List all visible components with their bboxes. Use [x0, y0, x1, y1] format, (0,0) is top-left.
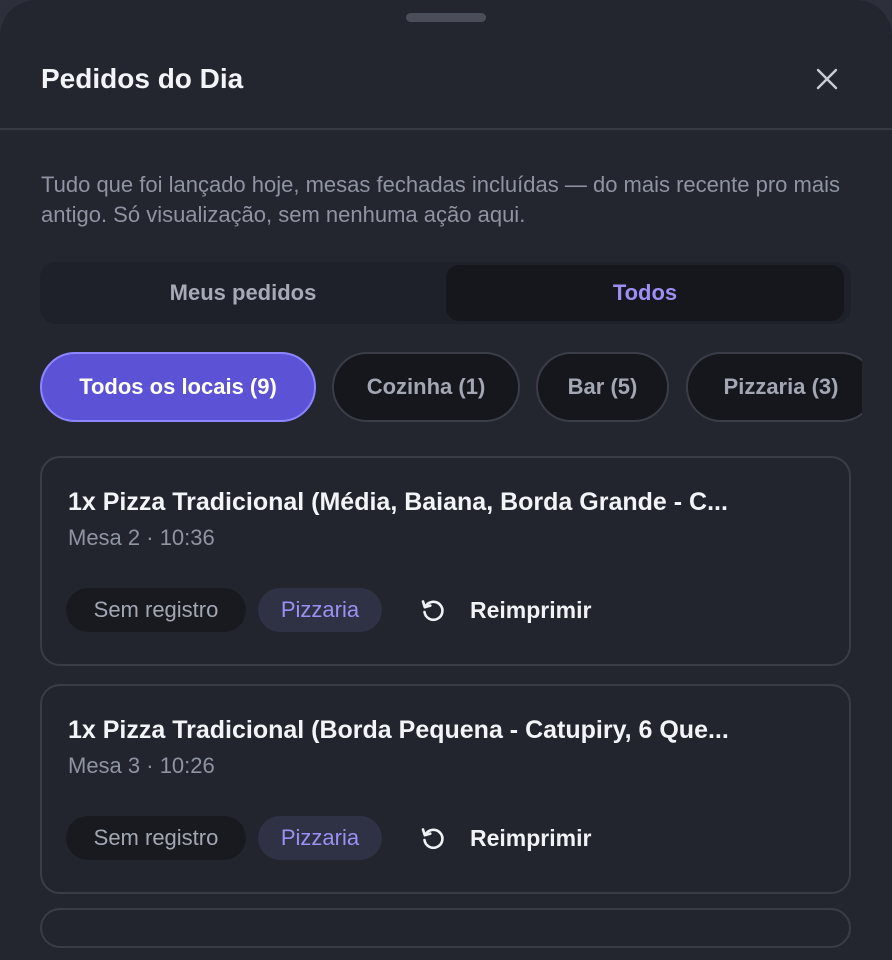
location-badge: Pizzaria [258, 816, 382, 860]
close-icon [816, 68, 838, 90]
tab-my-orders[interactable]: Meus pedidos [44, 265, 442, 321]
filter-chip-all-locations[interactable]: Todos os locais (9) [40, 352, 316, 422]
reprint-label: Reimprimir [470, 824, 592, 851]
reprint-icon [418, 823, 448, 853]
order-card: 1x Pizza Tradicional (Borda Pequena - Ca… [40, 684, 851, 894]
orders-sheet: Pedidos do Dia Tudo que foi lançado hoje… [0, 0, 892, 960]
order-meta: Mesa 2 · 10:36 [68, 525, 215, 550]
filter-chip-pizzeria[interactable]: Pizzaria (3) [686, 352, 862, 422]
close-button[interactable] [806, 58, 848, 100]
reprint-icon [418, 595, 448, 625]
status-badge: Sem registro [66, 816, 246, 860]
order-title: 1x Pizza Tradicional (Borda Pequena - Ca… [68, 716, 729, 744]
order-card-peek [40, 908, 851, 948]
sheet-header: Pedidos do Dia [0, 36, 892, 130]
status-badge: Sem registro [66, 588, 246, 632]
order-meta: Mesa 3 · 10:26 [68, 753, 215, 778]
sheet-grabber[interactable] [406, 13, 486, 22]
order-title: 1x Pizza Tradicional (Média, Baiana, Bor… [68, 488, 728, 516]
reprint-button[interactable]: Reimprimir [418, 816, 591, 860]
reprint-label: Reimprimir [470, 596, 592, 623]
reprint-button[interactable]: Reimprimir [418, 588, 591, 632]
location-badge: Pizzaria [258, 588, 382, 632]
filter-chip-bar[interactable]: Bar (5) [536, 352, 669, 422]
segmented-control: Meus pedidos Todos [40, 262, 851, 324]
tab-all-orders[interactable]: Todos [446, 265, 844, 321]
order-card: 1x Pizza Tradicional (Média, Baiana, Bor… [40, 456, 851, 666]
page-title: Pedidos do Dia [41, 63, 244, 94]
filter-chip-kitchen[interactable]: Cozinha (1) [332, 352, 520, 422]
sheet-description: Tudo que foi lançado hoje, mesas fechada… [41, 172, 840, 227]
location-filter-chips: Todos os locais (9) Cozinha (1) Bar (5) … [0, 352, 862, 426]
